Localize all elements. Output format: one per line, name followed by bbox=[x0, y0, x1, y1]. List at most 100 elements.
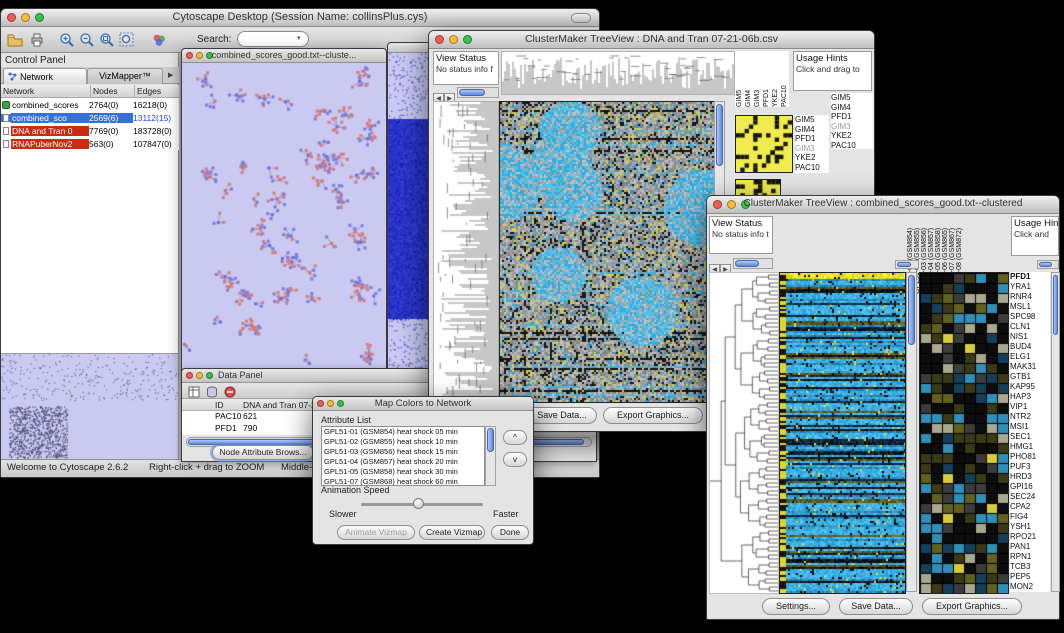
gene-label[interactable]: GIM5 bbox=[831, 93, 873, 103]
vertical-scrollbar[interactable] bbox=[1051, 272, 1060, 592]
gene-label[interactable]: PUF3 bbox=[1010, 462, 1050, 472]
gene-label[interactable]: YRA1 bbox=[1010, 282, 1050, 292]
tab-vizmapper[interactable]: VizMapper™ bbox=[87, 68, 163, 84]
mini-hscroll-track[interactable] bbox=[457, 87, 499, 98]
gene-label[interactable]: NTR2 bbox=[1010, 412, 1050, 422]
mini-hscroll-track[interactable] bbox=[895, 260, 919, 269]
dialog-titlebar[interactable]: Map Colors to Network bbox=[313, 397, 533, 411]
export-graphics-button[interactable]: Export Graphics... bbox=[603, 407, 703, 424]
correlation-matrix[interactable] bbox=[735, 115, 793, 173]
gene-label[interactable]: YKE2 bbox=[831, 131, 873, 141]
attribute-item[interactable]: GPL51-04 (GSM857) heat shock 20 min bbox=[322, 457, 484, 467]
expression-heatmap[interactable] bbox=[499, 101, 715, 403]
settings-button[interactable]: Settings... bbox=[762, 598, 830, 615]
gene-label[interactable]: CPA2 bbox=[1010, 502, 1050, 512]
gene-label[interactable]: GTB1 bbox=[1010, 372, 1050, 382]
vizmap-wheel-icon[interactable] bbox=[151, 32, 167, 53]
attribute-item[interactable]: GPL51-02 (GSM855) heat shock 10 min bbox=[322, 437, 484, 447]
mini-hscroll-track[interactable] bbox=[1037, 260, 1059, 269]
column-dendrogram[interactable] bbox=[501, 51, 735, 95]
zoom-out-icon[interactable] bbox=[79, 32, 95, 53]
gene-label[interactable]: NIS1 bbox=[1010, 332, 1050, 342]
close-button[interactable] bbox=[186, 372, 193, 379]
gene-label[interactable]: GPI16 bbox=[1010, 482, 1050, 492]
scrollbar-thumb[interactable] bbox=[459, 89, 485, 96]
create-vizmap-button[interactable]: Create Vizmap bbox=[419, 525, 485, 540]
gene-label[interactable]: PAN1 bbox=[1010, 542, 1050, 552]
gene-label[interactable]: CLN1 bbox=[1010, 322, 1050, 332]
network-row-combined-scores[interactable]: combined_scores 2764(0) 16218(0) bbox=[1, 98, 179, 111]
network-row-combined-sco-selected[interactable]: combined_sco 2569(6) 13112(15) bbox=[1, 111, 179, 124]
scrollbar-thumb[interactable] bbox=[897, 262, 911, 267]
list-scrollbar[interactable] bbox=[485, 426, 496, 486]
row-dendrogram[interactable] bbox=[433, 101, 499, 403]
scrollbar-thumb[interactable] bbox=[908, 275, 915, 345]
gene-label[interactable]: PEP5 bbox=[1010, 572, 1050, 582]
gene-label[interactable]: MSI1 bbox=[1010, 422, 1050, 432]
toolbar-toggle-button[interactable] bbox=[571, 13, 591, 23]
export-graphics-button[interactable]: Export Graphics... bbox=[922, 598, 1022, 615]
maximize-button[interactable] bbox=[206, 372, 213, 379]
gene-label[interactable]: HMG1 bbox=[1010, 442, 1050, 452]
zoom-fit-icon[interactable] bbox=[99, 32, 115, 53]
gene-label[interactable]: PAC10 bbox=[831, 141, 873, 150]
treeview-dna-titlebar[interactable]: ClusterMaker TreeView : DNA and Tran 07-… bbox=[429, 31, 874, 49]
print-icon[interactable] bbox=[29, 32, 45, 53]
treeview-combined-titlebar[interactable]: ClusterMaker TreeView : combined_scores_… bbox=[707, 196, 1059, 214]
open-folder-icon[interactable] bbox=[7, 32, 23, 53]
scrollbar-thumb[interactable] bbox=[487, 428, 494, 452]
scrollbar-thumb[interactable] bbox=[735, 260, 759, 267]
gene-label[interactable]: TCB3 bbox=[1010, 562, 1050, 572]
move-down-button[interactable]: v bbox=[503, 452, 527, 467]
zoom-selected-icon[interactable] bbox=[119, 32, 135, 53]
gene-label[interactable]: ELG1 bbox=[1010, 352, 1050, 362]
gene-label[interactable]: PFD1 bbox=[1010, 272, 1050, 282]
search-dropdown-icon[interactable]: ▾ bbox=[297, 34, 301, 42]
save-data-button[interactable]: Save Data... bbox=[527, 407, 597, 424]
gene-label[interactable]: SEC24 bbox=[1010, 492, 1050, 502]
gene-label[interactable]: RPO21 bbox=[1010, 532, 1050, 542]
network-row-rnapubernov2[interactable]: RNAPuberNov2 563(0) 107847(0) bbox=[1, 137, 179, 150]
gene-label[interactable]: MON2 bbox=[1010, 582, 1050, 592]
network-view-titlebar[interactable]: combined_scores_good.txt--cluste... bbox=[182, 49, 386, 63]
gene-label[interactable]: FIG4 bbox=[1010, 512, 1050, 522]
gene-label[interactable]: MAK31 bbox=[1010, 362, 1050, 372]
scrollbar-thumb[interactable] bbox=[1053, 275, 1058, 335]
gene-label[interactable]: PHO81 bbox=[1010, 452, 1050, 462]
zoom-in-icon[interactable] bbox=[59, 32, 75, 53]
attribute-item[interactable]: GPL51-01 (GSM854) heat shock 05 min bbox=[322, 427, 484, 437]
attribute-item[interactable]: GPL51-05 (GSM858) heat shock 30 min bbox=[322, 467, 484, 477]
zoom-heatmap[interactable] bbox=[919, 272, 1009, 594]
gene-label[interactable]: HAP3 bbox=[1010, 392, 1050, 402]
gene-label[interactable]: HRD3 bbox=[1010, 472, 1050, 482]
gene-label[interactable]: KAP95 bbox=[1010, 382, 1050, 392]
network-row-dna-tran[interactable]: DNA and Tran 0 7769(0) 183728(0) bbox=[1, 124, 179, 137]
gene-label[interactable]: RPN1 bbox=[1010, 552, 1050, 562]
gene-label[interactable]: VIP1 bbox=[1010, 402, 1050, 412]
gene-label[interactable]: YSH1 bbox=[1010, 522, 1050, 532]
node-attribute-browser-button[interactable]: Node Attribute Brows... bbox=[212, 445, 314, 460]
dense-network-titlebar[interactable] bbox=[388, 43, 431, 53]
tab-network[interactable]: Network bbox=[3, 68, 87, 84]
main-titlebar[interactable]: Cytoscape Desktop (Session Name: collins… bbox=[1, 9, 599, 27]
attribute-item[interactable]: GPL51-03 (GSM856) heat shock 15 min bbox=[322, 447, 484, 457]
global-heatmap[interactable] bbox=[779, 272, 906, 594]
network-overview-thumbnail[interactable] bbox=[1, 353, 178, 460]
animate-vizmap-button[interactable]: Animate Vizmap bbox=[337, 525, 415, 540]
gene-label[interactable]: SEC1 bbox=[1010, 432, 1050, 442]
gene-label[interactable]: MSL1 bbox=[1010, 302, 1050, 312]
network-canvas[interactable] bbox=[182, 63, 386, 371]
gene-label[interactable]: PFD1 bbox=[831, 112, 873, 122]
scrollbar-thumb[interactable] bbox=[716, 104, 723, 166]
dense-network-canvas[interactable] bbox=[388, 53, 431, 371]
tab-overflow-icon[interactable]: ▶ bbox=[168, 71, 173, 79]
speed-slider-thumb[interactable] bbox=[413, 498, 424, 509]
mini-hscroll-track[interactable] bbox=[733, 258, 773, 269]
gene-label[interactable]: GIM4 bbox=[831, 103, 873, 113]
move-up-button[interactable]: ^ bbox=[503, 430, 527, 445]
gene-label[interactable]: SPC98 bbox=[1010, 312, 1050, 322]
done-button[interactable]: Done bbox=[491, 525, 529, 540]
gene-label[interactable]: RNR4 bbox=[1010, 292, 1050, 302]
minimize-button[interactable] bbox=[196, 372, 203, 379]
gene-label[interactable]: BUD4 bbox=[1010, 342, 1050, 352]
